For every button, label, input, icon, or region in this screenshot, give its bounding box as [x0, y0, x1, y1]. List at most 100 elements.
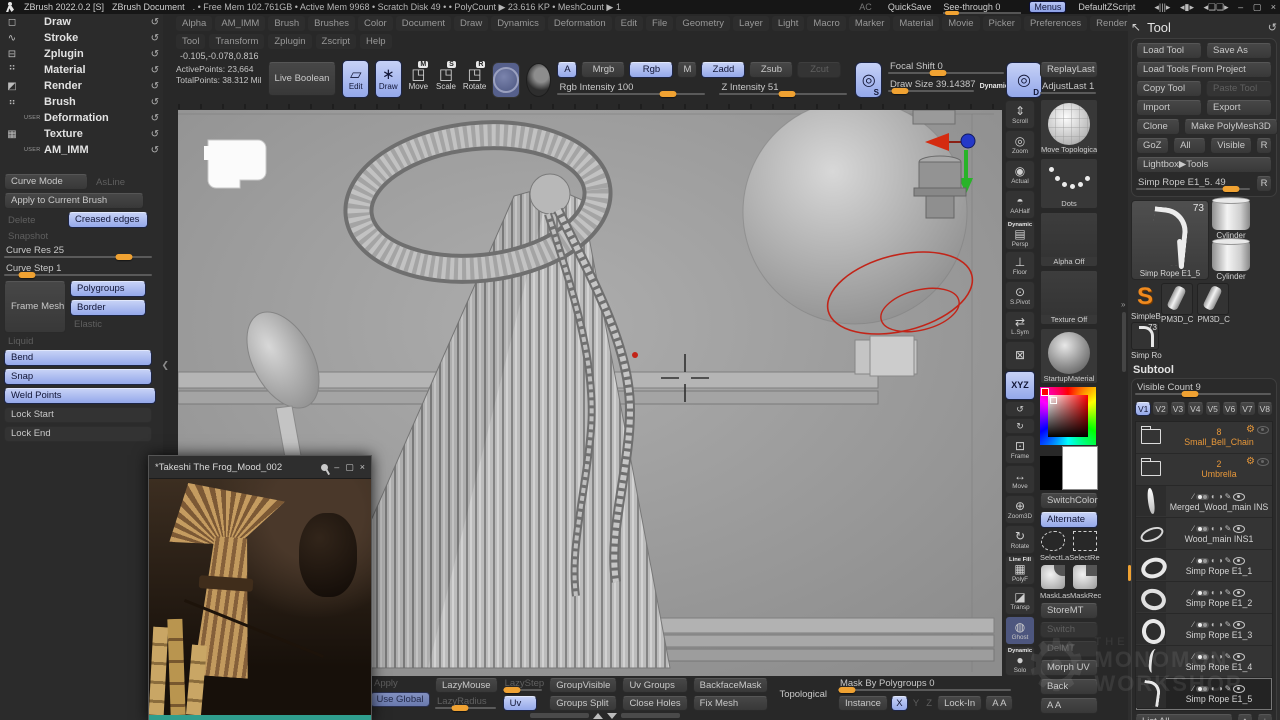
- elastic-button[interactable]: Elastic: [70, 319, 146, 330]
- reference-window-titlebar[interactable]: *Takeshi The Frog_Mood_002 – ▢ ×: [149, 456, 371, 479]
- goz-visible-button[interactable]: Visible: [1210, 138, 1252, 154]
- menu-item[interactable]: Draw: [454, 16, 488, 31]
- subtool-thumbnail[interactable]: [1136, 422, 1166, 452]
- menu-item[interactable]: Color: [358, 16, 393, 31]
- quick-material-ball[interactable]: [526, 63, 551, 97]
- frame-mesh-button[interactable]: Frame Mesh: [4, 281, 66, 333]
- paint-mode-button[interactable]: Rgb: [629, 62, 673, 78]
- modifier-icon[interactable]: ∕: [1193, 556, 1194, 565]
- lock-start-button[interactable]: Lock Start: [4, 407, 152, 423]
- uv-button[interactable]: Uv: [503, 696, 537, 711]
- mode-button[interactable]: ∗ Draw: [375, 60, 402, 98]
- alternate-button[interactable]: Alternate: [1040, 512, 1098, 528]
- edit-pencil-icon[interactable]: ✎: [1225, 588, 1232, 597]
- palette-row[interactable]: ⠛ Material ↺: [0, 62, 163, 78]
- goz-r-button[interactable]: R: [1256, 138, 1272, 154]
- subtool-item[interactable]: ∕ ◐ ◑ ✎ Wood_main INS1: [1136, 518, 1272, 550]
- cylinder-tool-thumbnail[interactable]: [1212, 200, 1250, 230]
- half-icon[interactable]: ◐: [1211, 556, 1216, 565]
- focal-shift-slider[interactable]: Focal Shift 0: [888, 61, 1006, 76]
- current-texture-tile[interactable]: Texture Off: [1040, 270, 1098, 325]
- palette-row[interactable]: ◩ Render ↺: [0, 78, 163, 94]
- palette-row[interactable]: ▦ Texture ↺: [0, 126, 163, 142]
- paint-mode-button[interactable]: Zsub: [749, 62, 793, 78]
- eye-icon[interactable]: [1233, 525, 1245, 533]
- menu-item[interactable]: Alpha: [176, 16, 212, 31]
- current-material-tile[interactable]: StartupMaterial: [1040, 328, 1098, 384]
- gear-icon[interactable]: ⚙: [1246, 457, 1255, 467]
- mask-lasso-icon[interactable]: [1041, 565, 1065, 589]
- menu-item[interactable]: Brushes: [308, 16, 355, 31]
- nav-button[interactable]: ◪ Transp: [1005, 586, 1035, 615]
- panel-collapse-arrow[interactable]: ❮: [161, 360, 169, 371]
- menu-item[interactable]: Light: [772, 16, 805, 31]
- eye-icon[interactable]: [1257, 426, 1269, 434]
- menu-item[interactable]: Tool: [176, 34, 205, 49]
- save-as-button[interactable]: Save As: [1206, 43, 1272, 59]
- minimize-icon[interactable]: –: [334, 462, 339, 472]
- palette-cycle-icon[interactable]: ◂❏❏▸: [1203, 2, 1228, 12]
- edit-pencil-icon[interactable]: ✎: [1225, 492, 1232, 501]
- goz-button[interactable]: GoZ: [1136, 138, 1169, 154]
- nav-button[interactable]: ◓ AAHalf: [1005, 190, 1035, 219]
- polypaint-toggle[interactable]: [1196, 494, 1209, 500]
- copy-tool-button[interactable]: Copy Tool: [1136, 81, 1202, 97]
- document-settings-button[interactable]: ◎D: [1006, 62, 1042, 98]
- subtool-thumbnail[interactable]: [1136, 518, 1166, 548]
- polypaint-toggle[interactable]: [1196, 526, 1209, 532]
- asline-button[interactable]: AsLine: [92, 177, 129, 188]
- menu-item[interactable]: File: [646, 16, 673, 31]
- mode-button[interactable]: ▱ Edit: [342, 60, 369, 98]
- lazymouse-button[interactable]: LazyMouse: [435, 678, 498, 693]
- subtool-tab[interactable]: V2: [1152, 402, 1168, 416]
- subtool-tab[interactable]: V8: [1257, 402, 1273, 416]
- make-polymesh3d-button[interactable]: Make PolyMesh3D: [1184, 119, 1278, 135]
- spring-icon[interactable]: ↺: [1268, 21, 1277, 34]
- lazystep-slider[interactable]: LazyStep: [503, 678, 545, 693]
- divider-bars-icon[interactable]: ◂|||▸: [1154, 2, 1170, 12]
- scrollbar-arrows[interactable]: »: [1121, 300, 1123, 309]
- menu-item[interactable]: Zplugin: [268, 34, 311, 49]
- backface-mask-button[interactable]: BackfaceMask: [693, 678, 769, 693]
- subtool-item[interactable]: ∕ ◐ ◑ ✎ Simp Rope E1_1: [1136, 550, 1272, 582]
- delete-button[interactable]: Delete: [4, 215, 64, 226]
- nav-button[interactable]: ⊠: [1005, 341, 1035, 370]
- nav-button[interactable]: ◉ Actual: [1005, 160, 1035, 189]
- palette-row[interactable]: ◻ Draw ↺: [0, 14, 163, 30]
- quick-column-scrollbar[interactable]: [1122, 312, 1126, 372]
- menu-item[interactable]: Brush: [268, 16, 305, 31]
- rgb-intensity-slider[interactable]: Rgb Intensity 100: [557, 82, 707, 97]
- paint-mode-button[interactable]: A: [557, 62, 577, 78]
- polygroups-button[interactable]: Polygroups: [70, 281, 146, 297]
- subtool-scroll-indicator[interactable]: [1128, 565, 1131, 581]
- snap-button[interactable]: Snap: [4, 369, 152, 385]
- canvas-scroll-controls[interactable]: [530, 712, 680, 719]
- nav-button[interactable]: ⇄ L.Sym: [1005, 311, 1035, 340]
- half-icon[interactable]: ◐: [1211, 492, 1216, 501]
- polypaint-toggle[interactable]: [1196, 558, 1209, 564]
- spring-icon[interactable]: ↺: [151, 97, 159, 108]
- subtool-thumbnail[interactable]: [1136, 486, 1166, 516]
- mode-button[interactable]: M ◳ Move: [408, 60, 430, 98]
- menu-item[interactable]: Render: [1090, 16, 1133, 31]
- default-zscript-button[interactable]: DefaultZScript: [1074, 2, 1139, 12]
- current-stroke-tile[interactable]: Dots: [1040, 158, 1098, 209]
- use-global-button[interactable]: Use Global: [370, 692, 430, 707]
- half-icon2[interactable]: ◑: [1218, 524, 1223, 533]
- goz-all-button[interactable]: All: [1173, 138, 1206, 154]
- eye-icon[interactable]: [1233, 557, 1245, 565]
- live-boolean-button[interactable]: Live Boolean: [268, 62, 337, 96]
- simpleb-tool-thumbnail[interactable]: S: [1131, 283, 1159, 311]
- cylinder-tool-thumbnail[interactable]: [1212, 241, 1250, 271]
- nav-button[interactable]: Line Fill ▦ PolyF: [1005, 555, 1035, 585]
- aa-button[interactable]: A A: [985, 696, 1013, 711]
- pin-icon[interactable]: [320, 462, 330, 472]
- subtool-tab[interactable]: V6: [1222, 402, 1238, 416]
- tool-r-button[interactable]: R: [1256, 176, 1272, 192]
- menu-item[interactable]: Layer: [733, 16, 769, 31]
- select-lasso-icon[interactable]: [1041, 531, 1065, 551]
- half-icon2[interactable]: ◑: [1218, 556, 1223, 565]
- nav-button[interactable]: ↻: [1005, 418, 1035, 434]
- palette-row[interactable]: USER Deformation ↺: [0, 110, 163, 126]
- mode-button[interactable]: R ◳ Rotate: [463, 60, 487, 98]
